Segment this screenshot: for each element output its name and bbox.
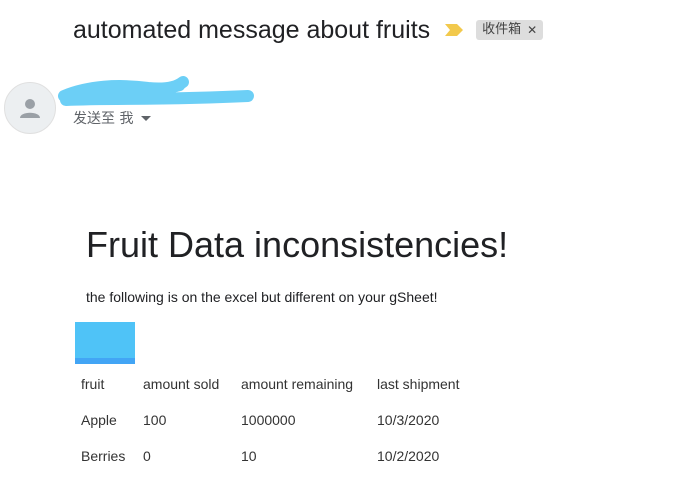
embedded-image-base — [75, 358, 135, 364]
inbox-label-text: 收件箱 — [482, 22, 522, 37]
table-cell: Apple — [81, 412, 117, 428]
table-cell: 10/2/2020 — [377, 448, 440, 464]
email-body-heading: Fruit Data inconsistencies! — [86, 224, 509, 265]
email-subject-row: automated message about fruits 收件箱 ✕ — [73, 12, 544, 48]
table-row: Apple 100 1000000 10/3/2020 — [75, 402, 495, 438]
embedded-image — [75, 322, 135, 364]
table-cell: Berries — [81, 448, 126, 464]
fruit-data-table: fruit amount sold amount remaining last … — [75, 366, 495, 474]
remove-label-icon[interactable]: ✕ — [527, 20, 537, 40]
person-icon — [20, 99, 40, 118]
table-cell: 10 — [241, 448, 257, 464]
table-cell: 100 — [143, 412, 167, 428]
email-subject: automated message about fruits — [73, 16, 431, 44]
chevron-down-icon[interactable] — [141, 115, 152, 121]
column-header-amount-remaining: amount remaining — [241, 376, 354, 392]
email-body-intro: the following is on the excel but differ… — [86, 289, 438, 305]
column-header-last-shipment: last shipment — [377, 376, 460, 392]
sender-avatar[interactable] — [4, 82, 56, 134]
recipient-text: 发送至 我 — [73, 111, 134, 127]
table-cell: 1000000 — [241, 412, 296, 428]
table-cell: 10/3/2020 — [377, 412, 440, 428]
inbox-label-chip[interactable]: 收件箱 ✕ — [476, 20, 544, 40]
column-header-fruit: fruit — [81, 376, 105, 392]
table-header-row: fruit amount sold amount remaining last … — [75, 366, 495, 402]
table-cell: 0 — [143, 448, 151, 464]
table-row: Berries 0 10 10/2/2020 — [75, 438, 495, 474]
importance-marker-icon[interactable] — [444, 22, 464, 38]
column-header-amount-sold: amount sold — [143, 376, 220, 392]
recipient-row[interactable]: 发送至 我 — [73, 108, 152, 128]
